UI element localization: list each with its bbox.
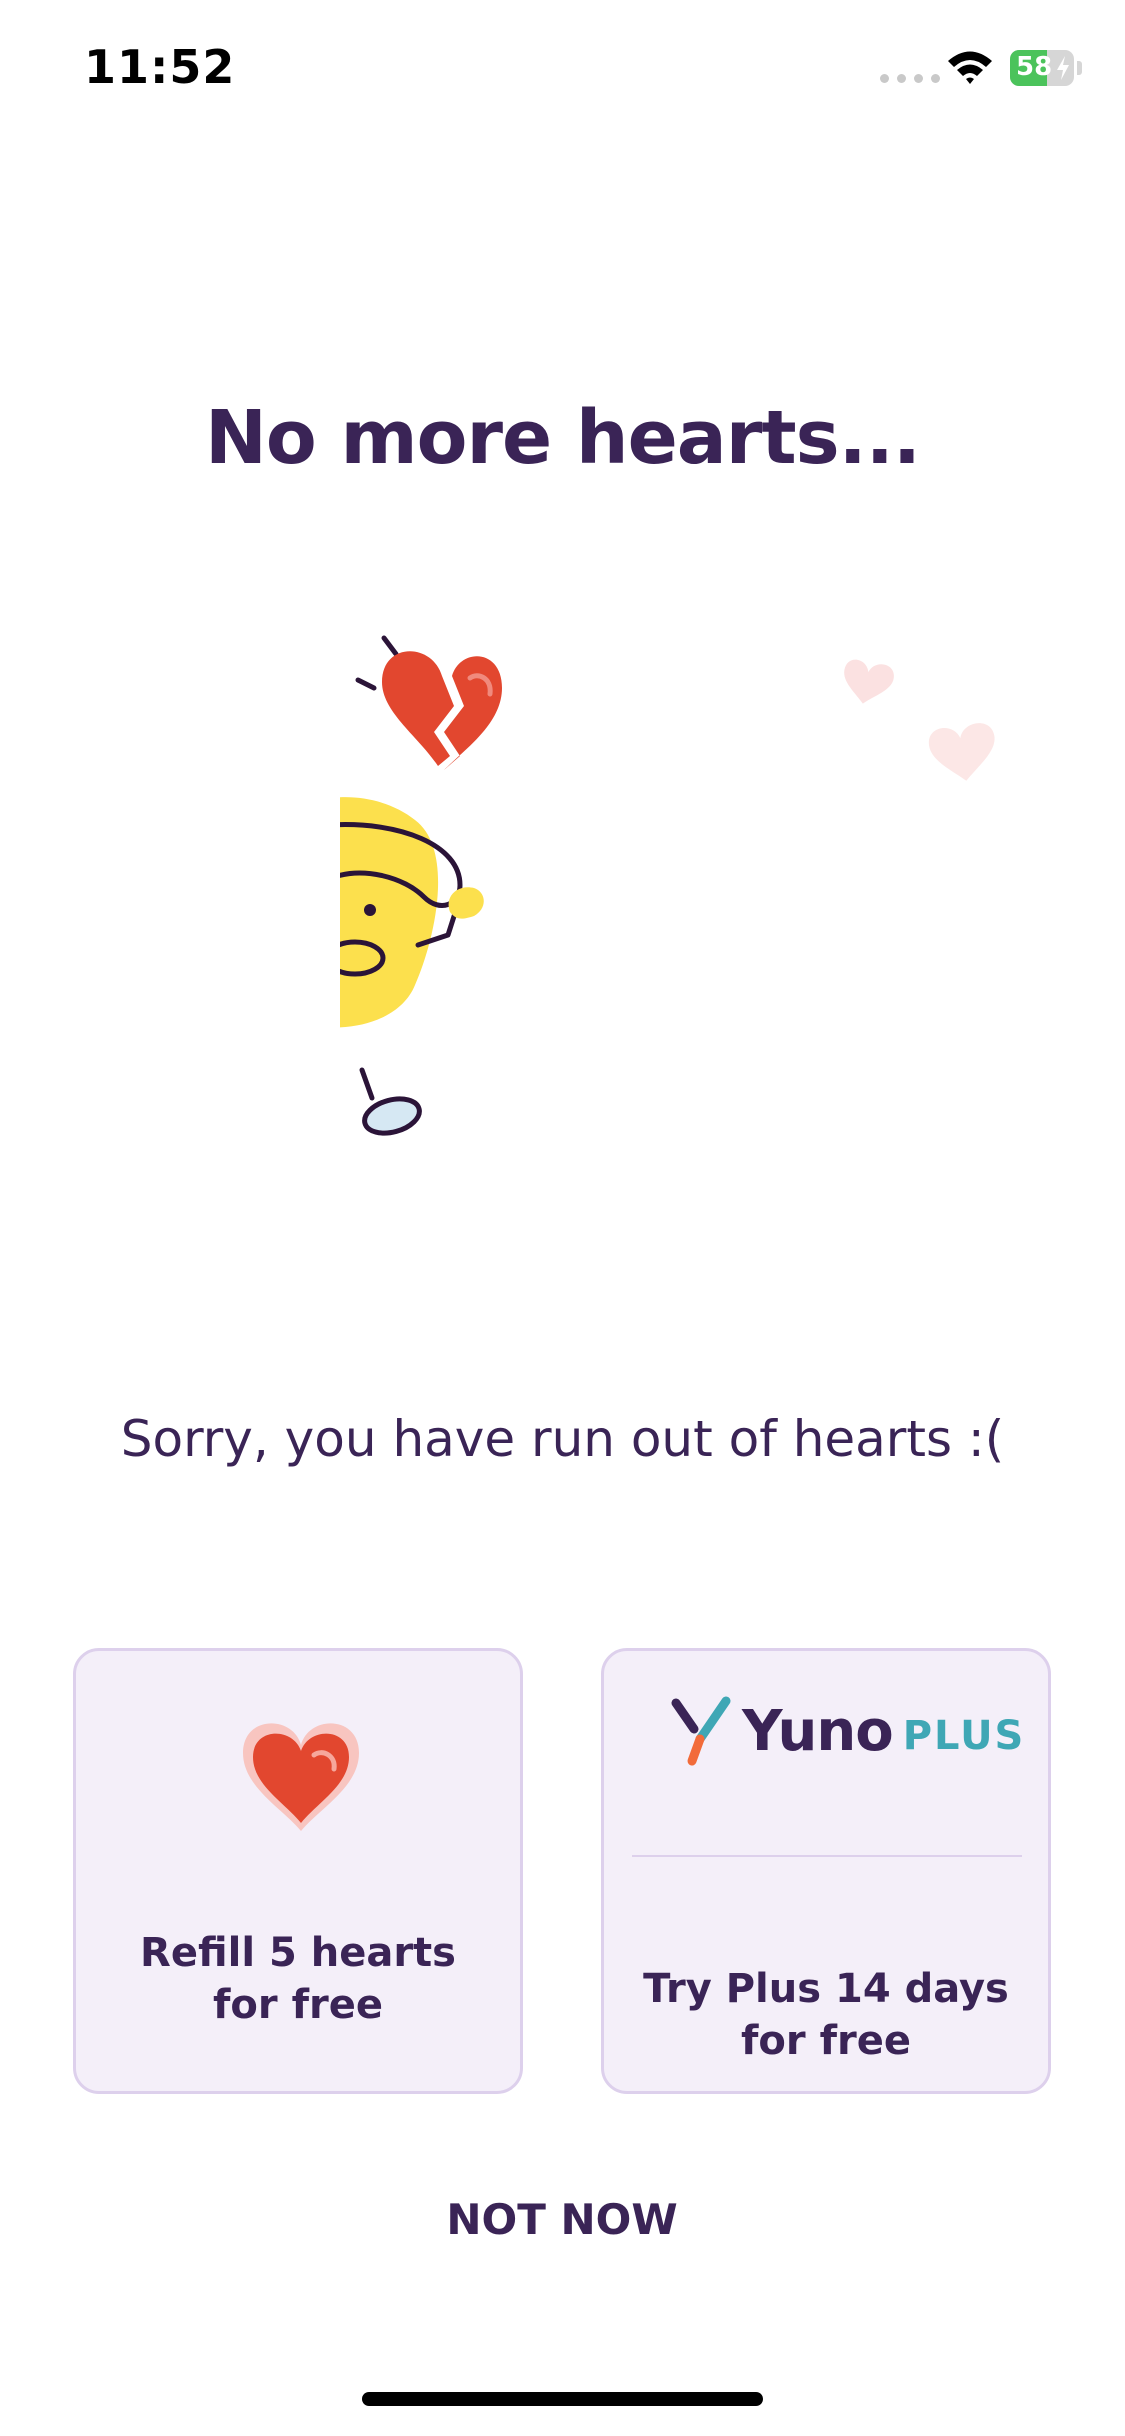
status-bar: 11:52 58 xyxy=(0,0,1125,140)
cellular-signal-icon xyxy=(880,74,940,83)
not-now-button[interactable]: NOT NOW xyxy=(362,2180,762,2260)
try-plus-label: Try Plus 14 days for free xyxy=(643,1966,1009,2064)
try-plus-card[interactable]: Yuno PLUS Try Plus 14 days for free xyxy=(601,1648,1051,2094)
charging-bolt-icon xyxy=(1057,56,1069,80)
yuno-logo-name: Yuno xyxy=(742,1698,894,1764)
faded-heart-icon xyxy=(844,659,894,704)
home-indicator xyxy=(362,2392,763,2406)
heart-icon xyxy=(243,1723,359,1831)
battery-percent: 58 xyxy=(1016,52,1053,82)
broken-heart-icon xyxy=(382,651,502,770)
out-of-hearts-message: Sorry, you have run out of hearts :( xyxy=(120,1410,1005,1468)
battery-cap xyxy=(1077,61,1082,75)
refill-hearts-label: Refill 5 hearts for free xyxy=(140,1930,456,2028)
plus-logo-tier: PLUS xyxy=(902,1713,1026,1759)
wifi-icon xyxy=(948,51,992,84)
page-title: No more hearts... xyxy=(205,395,921,481)
refill-hearts-card[interactable]: Refill 5 hearts for free xyxy=(73,1648,523,2094)
yuno-plus-logo: Yuno PLUS xyxy=(670,1691,1025,1771)
sad-mascot-illustration xyxy=(340,635,995,1136)
faded-heart-icon-2 xyxy=(929,723,995,781)
yuno-logo-icon xyxy=(671,1696,731,1766)
battery-indicator: 58 xyxy=(1010,50,1074,86)
card-divider xyxy=(632,1855,1022,1857)
status-time: 11:52 xyxy=(84,40,236,94)
